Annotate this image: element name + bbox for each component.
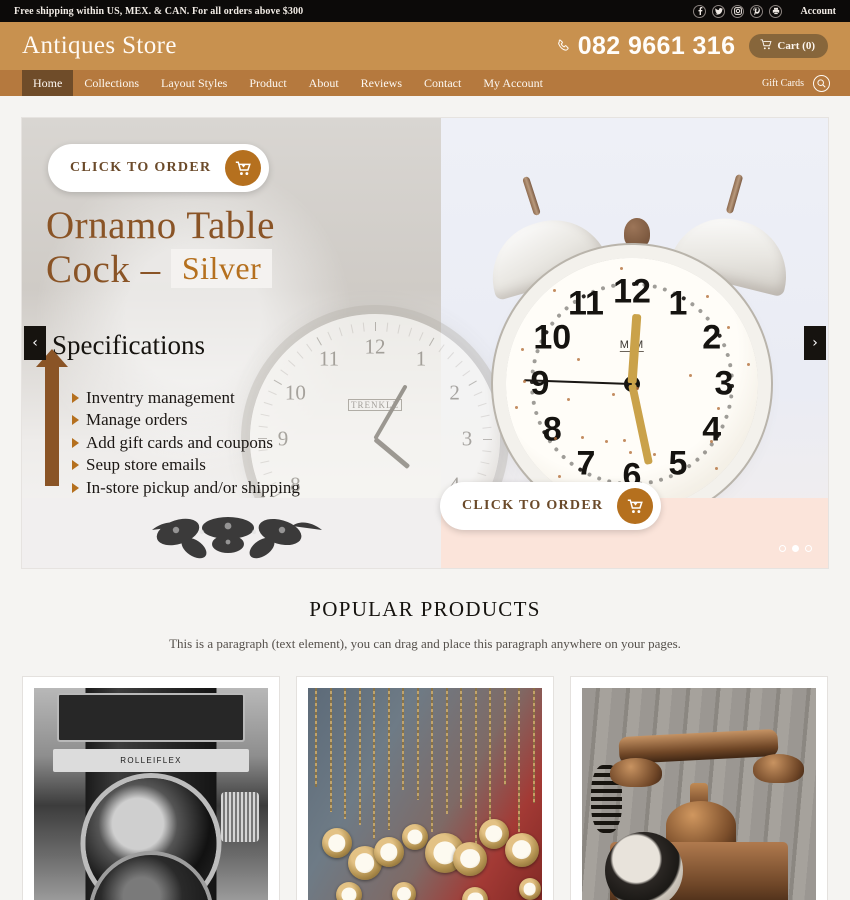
bullet-icon: [72, 393, 79, 403]
lace-flower-decoration: [132, 508, 342, 564]
facebook-icon[interactable]: [693, 5, 706, 18]
hero-title-line1: Ornamo Table: [46, 204, 275, 248]
nav-right-group: Gift Cards: [762, 70, 850, 96]
list-item: In-store pickup and/or shipping: [72, 477, 300, 499]
shipping-message: Free shipping within US, MEX. & CAN. For…: [14, 6, 303, 17]
alarm-knob: [624, 218, 650, 248]
pocket-watch-necklaces-photo: [308, 688, 542, 900]
product-grid: ROLLEIFLEX: [21, 676, 829, 900]
nav-item-my-account[interactable]: My Account: [472, 70, 554, 96]
phone-number: 082 9661 316: [578, 32, 736, 61]
nav-item-reviews[interactable]: Reviews: [350, 70, 413, 96]
hero-title-line2: Cock –: [46, 248, 161, 291]
spec-item-label: Add gift cards and coupons: [86, 432, 273, 454]
topbar-right-group: Account: [693, 5, 836, 18]
hero-cta-bottom[interactable]: CLICK TO ORDER: [440, 482, 661, 530]
hero-section: TRENKLE 121234567891011 MIM 121234567891…: [0, 96, 850, 569]
search-icon[interactable]: [813, 75, 830, 92]
hero-title-line2-wrap: Cock – Silver: [46, 248, 275, 292]
phone-mouthpiece: [753, 754, 804, 783]
instagram-icon[interactable]: [731, 5, 744, 18]
slider-prev-button[interactable]: ‹: [24, 326, 46, 360]
up-arrow-graphic: [45, 366, 59, 486]
nav-item-about[interactable]: About: [298, 70, 350, 96]
slider-next-button[interactable]: ›: [804, 326, 826, 360]
top-utility-bar: Free shipping within US, MEX. & CAN. For…: [0, 0, 850, 22]
gift-cards-link[interactable]: Gift Cards: [762, 78, 804, 89]
nav-item-layout-styles[interactable]: Layout Styles: [150, 70, 238, 96]
alarm-clock-image: MIM 121234567891011: [492, 210, 782, 510]
header-right-group: 082 9661 316 Cart (0): [556, 32, 828, 61]
hero-cta-bottom-label: CLICK TO ORDER: [462, 498, 603, 514]
hero-cta-top-label: CLICK TO ORDER: [70, 160, 211, 176]
slider-dot-1[interactable]: [779, 545, 786, 552]
rotary-telephone-photo: [582, 688, 816, 900]
nav-item-contact[interactable]: Contact: [413, 70, 472, 96]
main-navigation: Home Collections Layout Styles Product A…: [0, 70, 850, 96]
pinterest-icon[interactable]: [750, 5, 763, 18]
bullet-icon: [72, 483, 79, 493]
twitter-icon[interactable]: [712, 5, 725, 18]
camera-winding-knob: [221, 792, 258, 842]
phone-rotary-dial: [605, 832, 682, 900]
camera-hood: [57, 693, 244, 743]
product-image: [582, 688, 816, 900]
product-card-pocket-watches[interactable]: [296, 676, 554, 900]
phone-icon: [556, 39, 571, 54]
product-image: ROLLEIFLEX: [34, 688, 268, 900]
bullet-icon: [72, 415, 79, 425]
camera-brand-text: ROLLEIFLEX: [120, 756, 181, 765]
spec-item-label: Manage orders: [86, 409, 188, 431]
nav-item-home[interactable]: Home: [22, 70, 73, 96]
site-logo[interactable]: Antiques Store: [22, 32, 177, 60]
cart-icon: [617, 488, 653, 524]
slider-dots: [779, 545, 812, 552]
slider-dot-2[interactable]: [792, 545, 799, 552]
cart-icon: [225, 150, 261, 186]
nav-items: Home Collections Layout Styles Product A…: [0, 70, 554, 96]
camera-brand-plate: ROLLEIFLEX: [53, 749, 250, 772]
print-icon[interactable]: [769, 5, 782, 18]
list-item: Manage orders: [72, 409, 300, 431]
popular-products-section: POPULAR PRODUCTS This is a paragraph (te…: [0, 569, 850, 900]
hero-title-highlight: Silver: [171, 249, 272, 287]
bullet-icon: [72, 460, 79, 470]
hero-slider: TRENKLE 121234567891011 MIM 121234567891…: [21, 117, 829, 569]
page-title: POPULAR PRODUCTS: [21, 597, 829, 622]
phone-earpiece: [610, 758, 661, 787]
specifications-title: Specifications: [52, 330, 205, 361]
cart-button[interactable]: Cart (0): [749, 34, 828, 58]
alarm-clock-face: MIM 121234567891011: [506, 258, 758, 510]
bullet-icon: [72, 438, 79, 448]
section-subtitle: This is a paragraph (text element), you …: [21, 636, 829, 652]
specifications-list: Inventry management Manage orders Add gi…: [72, 387, 300, 499]
site-header: Antiques Store 082 9661 316 Cart (0): [0, 22, 850, 70]
product-image: [308, 688, 542, 900]
spec-item-label: Inventry management: [86, 387, 235, 409]
slider-dot-3[interactable]: [805, 545, 812, 552]
list-item: Add gift cards and coupons: [72, 432, 300, 454]
hero-title: Ornamo Table Cock – Silver: [46, 204, 275, 293]
phone-block[interactable]: 082 9661 316: [556, 32, 736, 61]
nav-item-product[interactable]: Product: [238, 70, 297, 96]
account-link[interactable]: Account: [800, 6, 836, 17]
list-item: Inventry management: [72, 387, 300, 409]
product-card-telephone[interactable]: [570, 676, 828, 900]
vintage-camera-photo: ROLLEIFLEX: [34, 688, 268, 900]
hero-cta-top[interactable]: CLICK TO ORDER: [48, 144, 269, 192]
nav-item-collections[interactable]: Collections: [73, 70, 150, 96]
spec-item-label: In-store pickup and/or shipping: [86, 477, 300, 499]
cart-icon: [760, 39, 772, 53]
list-item: Seup store emails: [72, 454, 300, 476]
product-card-camera[interactable]: ROLLEIFLEX: [22, 676, 280, 900]
spec-item-label: Seup store emails: [86, 454, 206, 476]
cart-label: Cart (0): [777, 40, 815, 52]
